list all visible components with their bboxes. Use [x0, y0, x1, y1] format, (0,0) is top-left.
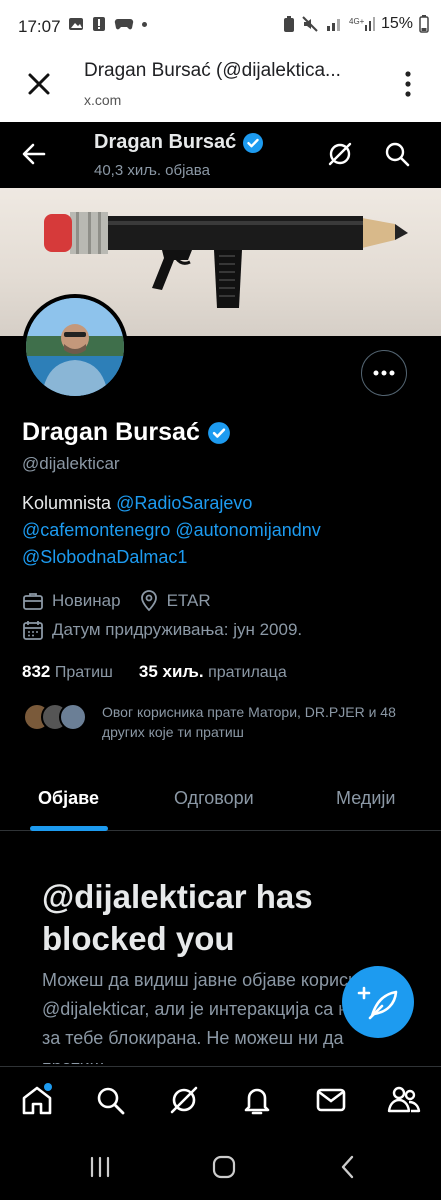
- bottom-nav: [0, 1066, 441, 1135]
- profile-handle: @dijalekticar: [22, 454, 120, 473]
- signal-icon: [326, 19, 340, 31]
- following-label: Пратиш: [54, 664, 113, 681]
- compose-post-button[interactable]: [342, 966, 414, 1038]
- close-icon[interactable]: [24, 69, 54, 99]
- tab-media[interactable]: Медији: [336, 788, 395, 809]
- dot-icon: [142, 21, 147, 27]
- browser-url: x.com: [84, 92, 122, 108]
- follower-avatars: [23, 703, 87, 731]
- status-time: 17:07: [18, 17, 61, 36]
- followed-by-text: Овог корисника прате Матори, DR.PJER и 4…: [102, 704, 396, 740]
- profile-name: Dragan Bursać: [22, 418, 200, 446]
- more-options-button[interactable]: [361, 350, 407, 396]
- game-icon: [114, 18, 134, 30]
- recent-apps-icon[interactable]: [88, 1155, 112, 1179]
- avatar[interactable]: [22, 294, 128, 400]
- following-count: 832: [22, 662, 51, 681]
- calendar-icon: [23, 621, 43, 640]
- search-icon[interactable]: [383, 140, 411, 168]
- tab-replies[interactable]: Одговори: [174, 788, 254, 809]
- profile-header: Dragan Bursać 40,3 хиљ. објава: [0, 122, 441, 188]
- search-icon[interactable]: [93, 1083, 127, 1117]
- home-icon[interactable]: [20, 1083, 54, 1117]
- communities-icon[interactable]: [387, 1083, 421, 1117]
- browser-page-title: Dragan Bursać (@dijalektica...: [84, 60, 341, 81]
- followers-count: 35 хиљ.: [138, 662, 204, 681]
- bio-mention-link[interactable]: @RadioSarajevo: [116, 493, 252, 513]
- profile-bio: Kolumnista @RadioSarajevo @cafemontenegr…: [22, 490, 422, 571]
- battery-percent: 15%: [380, 15, 413, 32]
- bio-text: Kolumnista: [22, 493, 112, 513]
- profile-meta-row: Новинар ETAR: [22, 590, 211, 612]
- followed-by-row[interactable]: Овог корисника прате Матори, DR.PJER и 4…: [22, 702, 396, 740]
- status-bar: 17:07 4G+ 15%: [0, 0, 441, 54]
- messages-icon[interactable]: [314, 1083, 348, 1117]
- verified-icon: [207, 421, 230, 444]
- bio-mention-link[interactable]: @SlobodnaDalmac1: [22, 547, 187, 567]
- follow-stats: 832 Пратиш 35 хиљ. пратилаца: [22, 662, 287, 682]
- active-tab-indicator: [30, 826, 108, 831]
- more-vert-icon[interactable]: [405, 70, 411, 98]
- avatar-photo: [26, 298, 124, 396]
- profile-profession: Новинар: [52, 591, 121, 610]
- alert-icon: [93, 17, 105, 31]
- back-button-icon[interactable]: [338, 1154, 358, 1180]
- notifications-icon[interactable]: [240, 1083, 274, 1117]
- back-arrow-icon[interactable]: [20, 140, 48, 168]
- more-horiz-icon: [373, 370, 395, 376]
- grok-icon[interactable]: [326, 140, 354, 168]
- profile-joined: Датум придруживања: јун 2009.: [52, 620, 303, 639]
- bio-mention-link[interactable]: @cafemontenegro: [22, 520, 170, 540]
- tab-posts[interactable]: Објаве: [38, 788, 99, 809]
- header-posts-count: 40,3 хиљ. објава: [94, 162, 210, 179]
- mute-icon: [302, 16, 318, 32]
- home-button-icon[interactable]: [211, 1154, 237, 1180]
- followers-link[interactable]: 35 хиљ. пратилаца: [139, 662, 287, 682]
- location-icon: [140, 590, 157, 612]
- grok-icon[interactable]: [167, 1083, 201, 1117]
- verified-icon: [243, 132, 264, 153]
- bio-mention-link[interactable]: @autonomijandnv: [175, 520, 320, 540]
- briefcase-icon: [23, 593, 43, 610]
- gallery-icon: [69, 18, 83, 30]
- profile-location: ETAR: [166, 591, 211, 610]
- blocked-title: @dijalekticar has blocked you: [42, 878, 313, 957]
- svg-text:4G+: 4G+: [349, 17, 365, 26]
- profile-tabs: Објаве Одговори Медији: [0, 772, 441, 831]
- lte-signal-icon: 4G+: [349, 17, 375, 31]
- system-nav-bar: [0, 1134, 441, 1200]
- following-link[interactable]: 832 Пратиш: [22, 662, 113, 682]
- battery-icon: [419, 15, 429, 33]
- compose-feather-icon: [357, 986, 398, 1020]
- browser-toolbar: Dragan Bursać (@dijalektica... x.com: [0, 54, 441, 122]
- header-name: Dragan Bursać: [94, 131, 237, 153]
- profile-joined-row: Датум придруживања: јун 2009.: [22, 620, 302, 640]
- followers-label: пратилаца: [208, 664, 287, 681]
- battery-saver-icon: [283, 16, 294, 32]
